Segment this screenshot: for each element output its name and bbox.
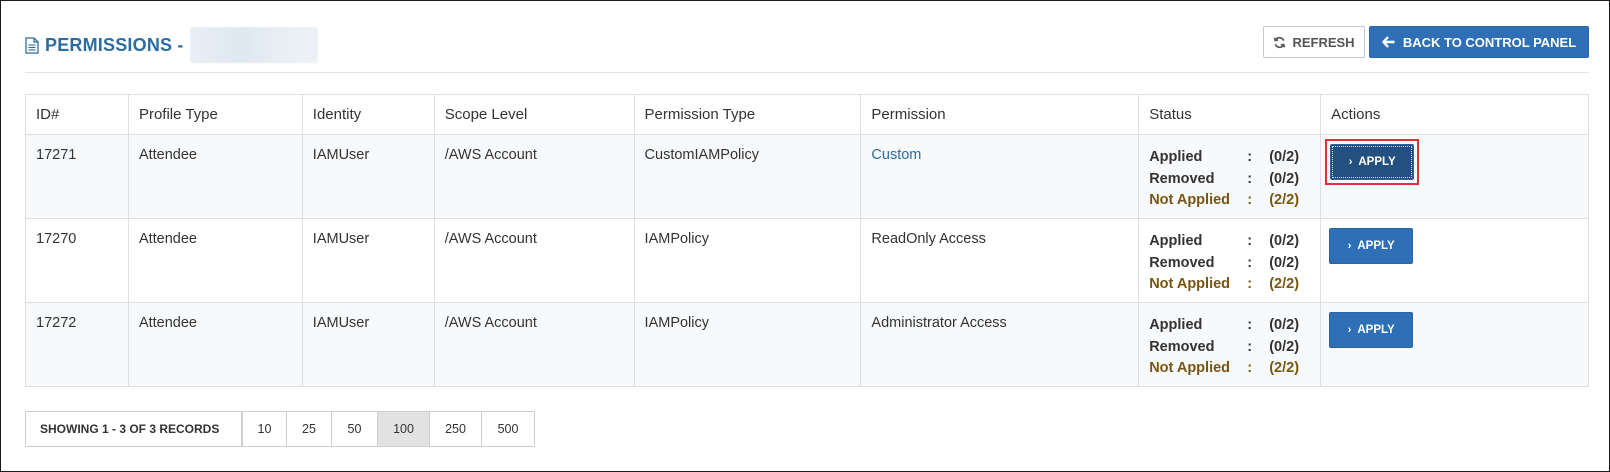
cell-permission-type: CustomIAMPolicy	[633, 134, 862, 219]
cell-actions: › APPLY	[1320, 218, 1589, 303]
apply-button-highlight: › APPLY	[1325, 139, 1420, 185]
column-header-id[interactable]: ID#	[25, 94, 129, 135]
page-size-50[interactable]: 50	[331, 412, 377, 446]
status-removed-label: Removed	[1149, 170, 1215, 187]
chevron-right-icon: ›	[1347, 324, 1352, 336]
status-colon: :	[1247, 276, 1253, 292]
redacted-name	[189, 27, 318, 63]
status-removed-label: Removed	[1149, 254, 1215, 271]
page-size-25[interactable]: 25	[286, 412, 331, 446]
status-colon: :	[1247, 233, 1253, 249]
column-header-status[interactable]: Status	[1138, 94, 1322, 135]
cell-identity: IAMUser	[301, 134, 435, 219]
permissions-table: ID# Profile Type Identity Scope Level Pe…	[25, 94, 1589, 387]
cell-id: 17272	[25, 302, 129, 387]
permissions-panel: PERMISSIONS - REFRESH BACK TO CONTROL PA…	[0, 0, 1610, 472]
cell-scope-level: /AWS Account	[433, 302, 635, 387]
status-not-applied-label: Not Applied	[1149, 360, 1231, 376]
column-header-permission[interactable]: Permission	[860, 94, 1140, 135]
column-header-scope-level[interactable]: Scope Level	[433, 94, 635, 135]
status-summary: Applied: (0/2) Removed: (0/2) Not Applied:…	[1149, 315, 1320, 380]
arrow-left-icon	[1381, 36, 1395, 48]
page-title-group: PERMISSIONS -	[25, 27, 318, 63]
apply-label: APPLY	[1358, 156, 1396, 168]
apply-button[interactable]: › APPLY	[1329, 228, 1414, 264]
status-applied-label: Applied	[1149, 317, 1203, 333]
cell-permission: Administrator Access	[860, 302, 1140, 387]
column-header-permission-type[interactable]: Permission Type	[633, 94, 862, 135]
cell-identity: IAMUser	[301, 302, 435, 387]
cell-id: 17270	[25, 218, 129, 303]
status-not-applied-label: Not Applied	[1149, 192, 1231, 208]
cell-status: Applied: (0/2) Removed: (0/2) Not Applied:…	[1138, 302, 1322, 387]
status-not-applied-value: (2/2)	[1269, 360, 1300, 376]
refresh-icon	[1274, 36, 1286, 48]
page-size-10[interactable]: 10	[242, 412, 286, 446]
page-size-100[interactable]: 100	[377, 412, 429, 446]
cell-permission-type: IAMPolicy	[633, 218, 862, 303]
refresh-button[interactable]: REFRESH	[1263, 26, 1365, 58]
cell-status: Applied: (0/2) Removed: (0/2) Not Applied:…	[1138, 218, 1322, 303]
cell-profile-type: Attendee	[127, 134, 303, 219]
cell-actions: › APPLY	[1320, 134, 1589, 219]
status-removed-value: (0/2)	[1269, 338, 1300, 355]
status-colon: :	[1247, 317, 1253, 333]
document-icon	[25, 36, 39, 54]
chevron-right-icon: ›	[1348, 156, 1353, 168]
cell-profile-type: Attendee	[127, 218, 303, 303]
table-row: 17271 Attendee IAMUser /AWS Account Cust…	[25, 134, 1589, 219]
cell-actions: › APPLY	[1320, 302, 1589, 387]
back-to-control-panel-button[interactable]: BACK TO CONTROL PANEL	[1369, 26, 1589, 58]
status-removed-value: (0/2)	[1269, 170, 1300, 187]
status-summary: Applied: (0/2) Removed: (0/2) Not Applied:…	[1149, 231, 1320, 296]
status-colon: :	[1247, 149, 1253, 165]
status-applied-value: (0/2)	[1269, 149, 1300, 165]
apply-label: APPLY	[1357, 324, 1395, 336]
page-header: PERMISSIONS - REFRESH BACK TO CONTROL PA…	[25, 21, 1589, 73]
records-count: SHOWING 1 - 3 OF 3 RECORDS	[26, 412, 242, 446]
status-removed-value: (0/2)	[1269, 254, 1300, 271]
status-summary: Applied: (0/2) Removed: (0/2) Not Applied:…	[1149, 147, 1320, 212]
column-header-identity[interactable]: Identity	[301, 94, 435, 135]
back-label: BACK TO CONTROL PANEL	[1402, 34, 1577, 50]
apply-button[interactable]: › APPLY	[1330, 144, 1415, 180]
cell-identity: IAMUser	[301, 218, 435, 303]
table-header-row: ID# Profile Type Identity Scope Level Pe…	[25, 94, 1589, 135]
status-not-applied-value: (2/2)	[1269, 192, 1300, 208]
cell-status: Applied: (0/2) Removed: (0/2) Not Applied:…	[1138, 134, 1322, 219]
page-size-500[interactable]: 500	[481, 412, 534, 446]
status-colon: :	[1247, 254, 1253, 271]
chevron-right-icon: ›	[1347, 240, 1352, 252]
cell-id: 17271	[25, 134, 129, 219]
refresh-label: REFRESH	[1292, 34, 1355, 50]
apply-label: APPLY	[1357, 240, 1395, 252]
permission-link[interactable]: Custom	[871, 147, 921, 163]
cell-permission: Custom	[860, 134, 1140, 219]
status-not-applied-value: (2/2)	[1269, 276, 1300, 292]
cell-scope-level: /AWS Account	[433, 218, 635, 303]
status-applied-value: (0/2)	[1269, 233, 1300, 249]
pagination: SHOWING 1 - 3 OF 3 RECORDS 10 25 50 100 …	[25, 411, 535, 447]
status-colon: :	[1247, 360, 1253, 376]
status-applied-label: Applied	[1149, 233, 1203, 249]
cell-permission: ReadOnly Access	[860, 218, 1140, 303]
cell-scope-level: /AWS Account	[433, 134, 635, 219]
apply-button[interactable]: › APPLY	[1329, 312, 1414, 348]
column-header-profile-type[interactable]: Profile Type	[127, 94, 303, 135]
status-colon: :	[1247, 192, 1253, 208]
table-row: 17272 Attendee IAMUser /AWS Account IAMP…	[25, 302, 1589, 387]
status-applied-label: Applied	[1149, 149, 1203, 165]
status-colon: :	[1247, 338, 1253, 355]
status-not-applied-label: Not Applied	[1149, 276, 1231, 292]
page-size-250[interactable]: 250	[429, 412, 481, 446]
column-header-actions: Actions	[1320, 94, 1589, 135]
status-applied-value: (0/2)	[1269, 317, 1300, 333]
status-colon: :	[1247, 170, 1253, 187]
table-row: 17270 Attendee IAMUser /AWS Account IAMP…	[25, 218, 1589, 303]
cell-permission-type: IAMPolicy	[633, 302, 862, 387]
status-removed-label: Removed	[1149, 338, 1215, 355]
page-title: PERMISSIONS -	[45, 34, 184, 55]
cell-profile-type: Attendee	[127, 302, 303, 387]
